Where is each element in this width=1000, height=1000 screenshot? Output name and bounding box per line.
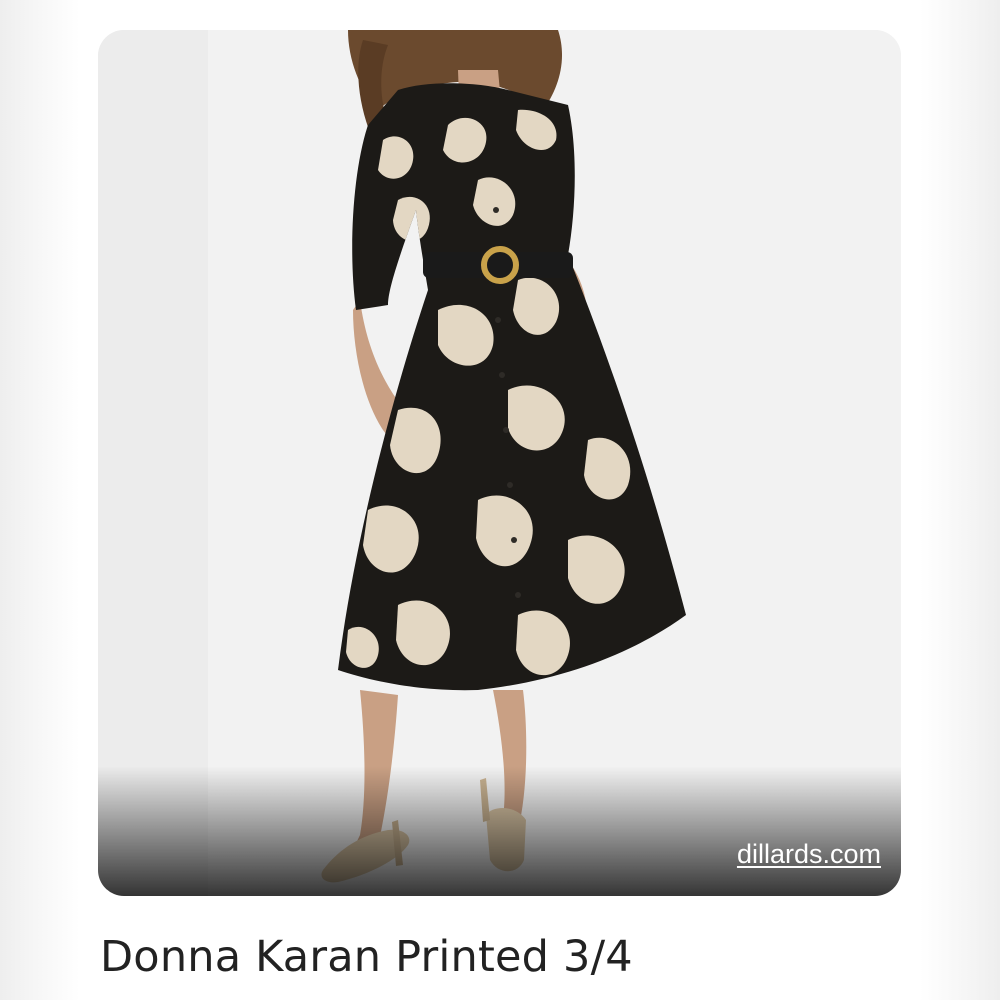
source-domain-link[interactable]: dillards.com bbox=[737, 839, 881, 870]
product-photo bbox=[98, 30, 901, 896]
search-result-page: dillards.com Donna Karan Printed 3/4 bbox=[0, 0, 1000, 1000]
product-image-card[interactable]: dillards.com bbox=[98, 30, 901, 896]
result-title[interactable]: Donna Karan Printed 3/4 bbox=[100, 932, 633, 982]
